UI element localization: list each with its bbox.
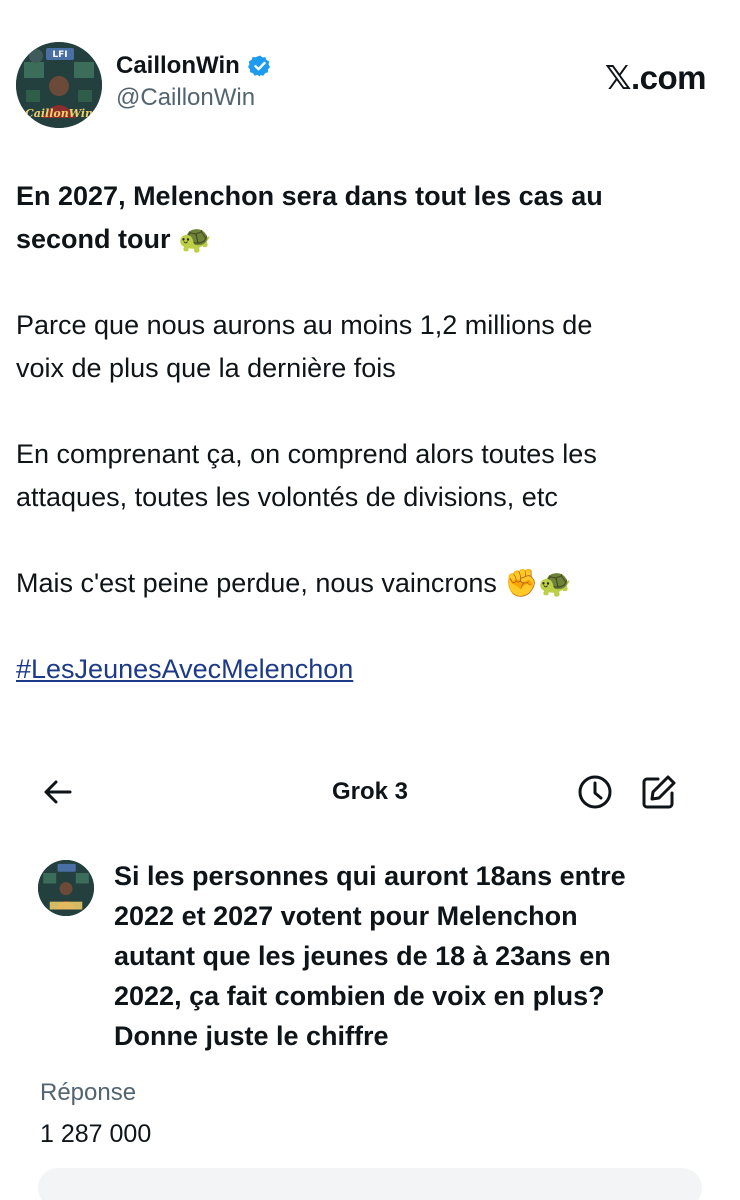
grok-question: Si les personnes qui auront 18ans entre … bbox=[114, 856, 714, 1056]
fist-turtle-emoji-icon: ✊🐢 bbox=[504, 568, 572, 599]
new-chat-compose-icon[interactable] bbox=[640, 773, 678, 811]
author-names: CaillonWin @CaillonWin bbox=[116, 52, 272, 112]
tweet-line-2: second tour 🐢 bbox=[16, 218, 721, 261]
x-com-logo: 𝕏.com bbox=[604, 59, 707, 96]
question-line-4: 2022, ça fait combien de voix en plus? bbox=[114, 981, 605, 1011]
avatar-badge-text: LFI bbox=[52, 50, 67, 60]
answer-value: 1 287 000 bbox=[40, 1120, 152, 1148]
display-name[interactable]: CaillonWin bbox=[116, 52, 240, 80]
grok-header: Grok 3 bbox=[0, 760, 740, 824]
verified-badge-icon bbox=[247, 55, 270, 77]
question-line-3: autant que les jeunes de 18 à 23ans en bbox=[114, 941, 611, 971]
profile-avatar[interactable]: LFI CaillonWin bbox=[16, 42, 102, 128]
question-line-2: 2022 et 2027 votent pour Melenchon bbox=[114, 901, 578, 931]
hashtag-link[interactable]: #LesJeunesAvecMelenchon bbox=[16, 654, 353, 684]
history-clock-icon[interactable] bbox=[576, 773, 614, 811]
tweet-header: LFI CaillonWin CaillonWin @CaillonWin 𝕏.… bbox=[16, 42, 707, 128]
tweet-para-4-text: Mais c'est peine perdue, nous vaincrons bbox=[16, 568, 497, 598]
grok-title: Grok 3 bbox=[331, 778, 409, 805]
tweet-line-2-text: second tour bbox=[16, 224, 171, 254]
handle[interactable]: @CaillonWin bbox=[116, 84, 272, 112]
question-line-5: Donne juste le chiffre bbox=[114, 1021, 389, 1051]
turtle-emoji-icon: 🐢 bbox=[178, 224, 212, 255]
tweet-para-2-line-1: Parce que nous aurons au moins 1,2 milli… bbox=[16, 310, 593, 340]
tweet-para-3-line-1: En comprenant ça, on comprend alors tout… bbox=[16, 439, 597, 469]
tweet-text: En 2027, Melenchon sera dans tout les ca… bbox=[16, 175, 721, 691]
tweet-para-2-line-2: voix de plus que la dernière fois bbox=[16, 353, 396, 383]
question-line-1: Si les personnes qui auront 18ans entre bbox=[114, 861, 626, 891]
bottom-panel bbox=[38, 1168, 702, 1200]
tweet-para-3-line-2: attaques, toutes les volontés de divisio… bbox=[16, 482, 558, 512]
avatar-name-text: CaillonWin bbox=[25, 107, 93, 120]
user-avatar bbox=[38, 860, 94, 916]
tweet-line-1: En 2027, Melenchon sera dans tout les ca… bbox=[16, 181, 603, 211]
answer-label: Réponse bbox=[40, 1079, 137, 1106]
tweet-para-4: Mais c'est peine perdue, nous vaincrons … bbox=[16, 562, 721, 605]
